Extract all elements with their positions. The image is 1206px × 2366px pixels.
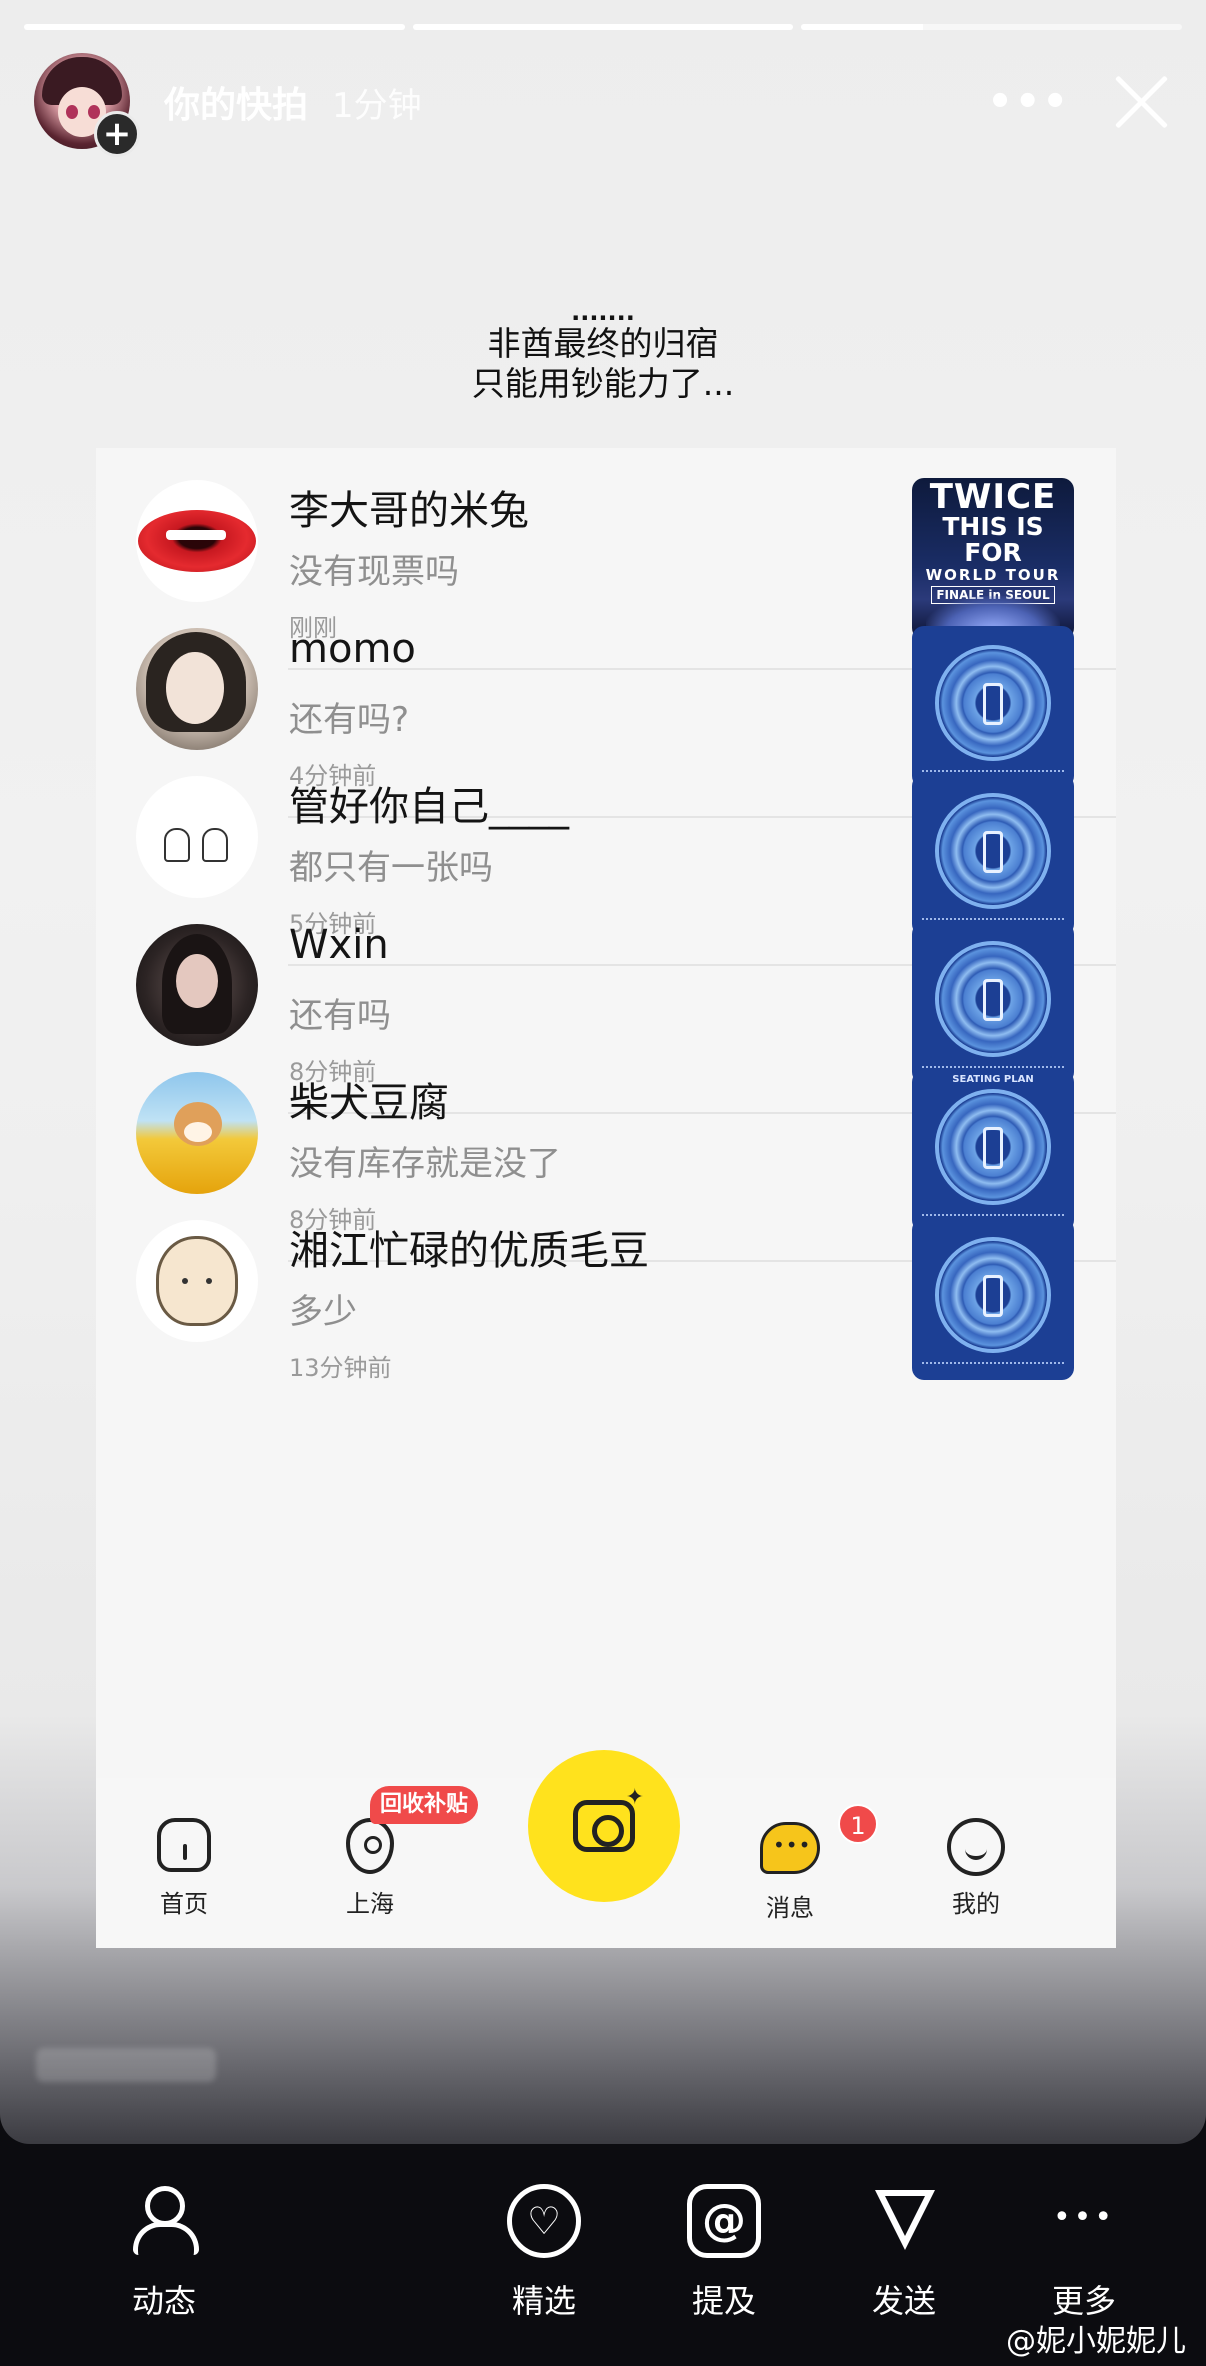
poster-line-1: TWICE: [929, 478, 1057, 517]
more-dots-icon[interactable]: •••: [987, 79, 1070, 125]
nav-me-label: 我的: [952, 1890, 1000, 1918]
close-icon[interactable]: [1110, 71, 1172, 133]
poster-line-2: THIS IS FOR: [942, 512, 1044, 567]
nav-home[interactable]: 首页: [124, 1818, 244, 1919]
promo-badge[interactable]: 回收补贴: [370, 1786, 479, 1824]
blurred-text: [36, 2048, 216, 2082]
nav-messages[interactable]: 1 消息: [730, 1804, 878, 1923]
sketch-avatar: [136, 776, 258, 898]
girl-avatar: [136, 924, 258, 1046]
camera-sparkle-icon: [573, 1785, 644, 1852]
story-action-bar: 动态 精选 提及 发送 更多 @妮小妮妮儿: [0, 2144, 1206, 2366]
caption-line-2: 只能用钞能力了...: [471, 364, 735, 403]
unread-badge: 1: [838, 1804, 878, 1844]
progress-fill: [801, 24, 924, 30]
more-dots-icon: [1047, 2184, 1121, 2258]
nav-me[interactable]: 我的: [916, 1818, 1036, 1919]
chat-bubble-icon: [760, 1822, 820, 1874]
at-icon: [687, 2184, 761, 2258]
story-viewer: + 你的快拍 1分钟 ••• ....... 非酋最终的归宿 只能用钞能力了..…: [0, 0, 1206, 2144]
list-item[interactable]: 湘江忙碌的优质毛豆 多少 13分钟前: [96, 1188, 1116, 1410]
sender-name: 湘江忙碌的优质毛豆: [289, 1228, 649, 1274]
nav-city[interactable]: 上海: [310, 1818, 430, 1919]
girl-avatar: [136, 628, 258, 750]
plus-icon[interactable]: +: [94, 111, 140, 157]
watermark: @妮小妮妮儿: [1006, 2324, 1186, 2359]
progress-fill: [412, 24, 794, 30]
nav-city-label: 上海: [346, 1890, 394, 1918]
camera-button[interactable]: [528, 1750, 680, 1902]
bun-avatar: [136, 1220, 258, 1342]
mention-button[interactable]: 提及: [654, 2184, 794, 2322]
people-icon: [127, 2184, 201, 2258]
seating-plan-thumbnail: [912, 1218, 1074, 1380]
inner-bottom-nav: 首页 上海 回收补贴 1 消息 我的: [96, 1750, 1116, 1948]
message-text: 还有吗: [289, 996, 391, 1036]
activity-button[interactable]: 动态: [94, 2184, 234, 2322]
send-button[interactable]: 发送: [834, 2184, 974, 2322]
story-progress: [24, 24, 1183, 30]
mention-label: 提及: [691, 2282, 756, 2320]
message-text: 还有吗?: [289, 700, 410, 740]
message-text: 都只有一张吗: [289, 848, 493, 888]
progress-segment: [412, 24, 794, 30]
heart-circle-icon: [507, 2184, 581, 2258]
story-time: 1分钟: [332, 85, 422, 126]
send-label: 发送: [871, 2282, 936, 2320]
smile-icon: [947, 1818, 1005, 1876]
caption-dots: .......: [571, 298, 635, 326]
message-text: 没有现票吗: [289, 552, 459, 592]
sender-name: Wxin: [289, 922, 389, 968]
sender-name: 李大哥的米兔: [289, 488, 529, 534]
home-icon: [157, 1818, 211, 1872]
featured-button[interactable]: 精选: [474, 2184, 614, 2322]
embedded-screenshot: 李大哥的米兔 没有现票吗 刚刚 TWICE THIS IS FOR WORLD …: [96, 448, 1116, 1948]
message-time: 13分钟前: [289, 1354, 392, 1382]
featured-label: 精选: [511, 2282, 576, 2320]
owner-avatar[interactable]: +: [34, 53, 140, 157]
sender-name: 管好你自己____: [289, 784, 569, 830]
caption-line-1: 非酋最终的归宿: [487, 324, 719, 363]
activity-label: 动态: [131, 2282, 196, 2320]
poster-line-3: WORLD TOUR: [925, 566, 1061, 584]
progress-segment: [801, 24, 1183, 30]
progress-fill: [24, 24, 405, 30]
nav-messages-label: 消息: [766, 1894, 814, 1922]
lips-avatar: [136, 480, 258, 602]
progress-segment: [24, 24, 405, 30]
location-pin-icon: [346, 1818, 394, 1874]
sender-name: momo: [289, 626, 416, 672]
shiba-avatar: [136, 1072, 258, 1194]
story-caption: ....... 非酋最终的归宿 只能用钞能力了...: [0, 300, 1206, 404]
story-owner-name[interactable]: 你的快拍: [164, 76, 308, 128]
sender-name: 柴犬豆腐: [289, 1080, 449, 1126]
send-icon: [867, 2184, 941, 2258]
message-text: 多少: [289, 1292, 357, 1332]
seating-plan-tag: SEATING PLAN: [952, 1074, 1034, 1085]
more-button[interactable]: 更多: [1014, 2184, 1154, 2322]
message-text: 没有库存就是没了: [289, 1144, 561, 1184]
story-header: + 你的快拍 1分钟 •••: [34, 52, 1172, 157]
nav-home-label: 首页: [160, 1890, 208, 1918]
